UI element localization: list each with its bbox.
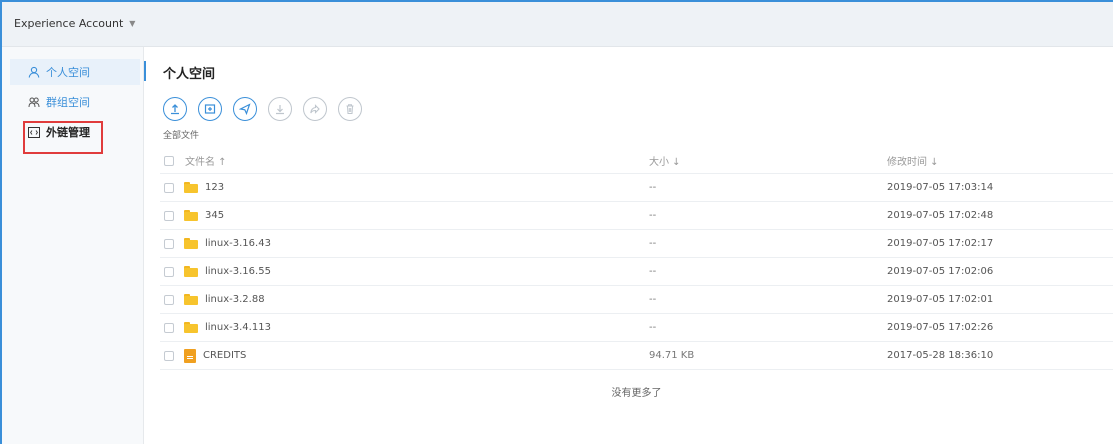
no-more-message: 没有更多了 [611, 388, 662, 399]
file-modified-time: 2019-07-05 17:02:06 [887, 266, 994, 277]
share-icon [310, 104, 320, 114]
page-title: 个人空间 [163, 67, 216, 82]
main-content: 个人空间 全部文件 文件名 ↑ 大小 ↓ 修改时间 ↓ 123 -- 2019-… [144, 47, 1113, 444]
title-accent-bar [144, 61, 151, 83]
row-checkbox[interactable] [164, 350, 174, 361]
row-checkbox[interactable] [164, 266, 174, 277]
file-size: -- [649, 266, 657, 277]
row-checkbox[interactable] [164, 210, 174, 221]
table-row[interactable]: linux-3.4.113 -- 2019-07-05 17:02:26 [160, 314, 1113, 342]
file-size: -- [649, 210, 657, 221]
file-size: -- [649, 294, 657, 305]
file-size: -- [649, 182, 657, 193]
link-code-icon [28, 126, 40, 138]
file-modified-time: 2019-07-05 17:02:26 [887, 322, 994, 333]
trash-icon [346, 104, 354, 114]
table-row[interactable]: linux-3.2.88 -- 2019-07-05 17:02:01 [160, 286, 1113, 314]
table-header: 文件名 ↑ 大小 ↓ 修改时间 ↓ [160, 148, 1113, 174]
row-checkbox[interactable] [164, 182, 174, 193]
sidebar-item-link-management[interactable]: 外链管理 [10, 119, 140, 145]
new-folder-button[interactable] [198, 97, 222, 121]
sidebar-item-personal-space[interactable]: 个人空间 [10, 59, 140, 85]
folder-icon [184, 238, 198, 249]
new-folder-icon [204, 104, 216, 114]
download-button[interactable] [268, 97, 292, 121]
file-size: -- [649, 322, 657, 333]
column-size-header[interactable]: 大小 ↓ [649, 153, 681, 168]
file-name[interactable]: CREDITS [203, 350, 246, 361]
table-row[interactable]: 345 -- 2019-07-05 17:02:48 [160, 202, 1113, 230]
folder-icon [184, 210, 198, 221]
account-switcher[interactable]: Experience Account ▼ [14, 17, 135, 30]
select-all-checkbox[interactable] [164, 155, 174, 166]
share-button[interactable] [303, 97, 327, 121]
table-row[interactable]: CREDITS 94.71 KB 2017-05-28 18:36:10 [160, 342, 1113, 370]
send-icon [239, 103, 251, 115]
file-modified-time: 2019-07-05 17:03:14 [887, 182, 994, 193]
group-icon [28, 96, 40, 108]
folder-icon [184, 322, 198, 333]
file-size: -- [649, 238, 657, 249]
row-checkbox[interactable] [164, 238, 174, 249]
file-name[interactable]: 345 [205, 210, 224, 221]
send-button[interactable] [233, 97, 257, 121]
file-modified-time: 2017-05-28 18:36:10 [887, 350, 994, 361]
file-table: 文件名 ↑ 大小 ↓ 修改时间 ↓ 123 -- 2019-07-05 17:0… [160, 148, 1113, 370]
user-icon [28, 66, 40, 78]
file-size: 94.71 KB [649, 350, 695, 361]
top-bar: Experience Account ▼ [2, 2, 1113, 47]
sidebar-item-label: 外链管理 [46, 126, 90, 139]
document-icon [184, 348, 196, 363]
row-checkbox[interactable] [164, 294, 174, 305]
row-checkbox[interactable] [164, 322, 174, 333]
file-name[interactable]: linux-3.16.43 [205, 238, 271, 249]
download-icon [276, 105, 284, 115]
file-name[interactable]: linux-3.2.88 [205, 294, 265, 305]
sidebar-item-group-space[interactable]: 群组空间 [10, 89, 140, 115]
file-name[interactable]: linux-3.16.55 [205, 266, 271, 277]
column-name-header[interactable]: 文件名 ↑ [185, 153, 227, 168]
upload-icon [171, 104, 179, 115]
account-label: Experience Account [14, 17, 124, 30]
sidebar: 个人空间 群组空间 外链管理 [2, 47, 144, 444]
column-time-header[interactable]: 修改时间 ↓ [887, 153, 939, 168]
breadcrumb[interactable]: 全部文件 [163, 128, 199, 141]
sidebar-item-label: 个人空间 [46, 66, 90, 79]
folder-icon [184, 294, 198, 305]
file-modified-time: 2019-07-05 17:02:17 [887, 238, 994, 249]
table-row[interactable]: linux-3.16.55 -- 2019-07-05 17:02:06 [160, 258, 1113, 286]
folder-icon [184, 182, 198, 193]
folder-icon [184, 266, 198, 277]
delete-button[interactable] [338, 97, 362, 121]
file-modified-time: 2019-07-05 17:02:01 [887, 294, 994, 305]
sidebar-item-label: 群组空间 [46, 96, 90, 109]
table-row[interactable]: linux-3.16.43 -- 2019-07-05 17:02:17 [160, 230, 1113, 258]
file-name[interactable]: 123 [205, 182, 224, 193]
table-row[interactable]: 123 -- 2019-07-05 17:03:14 [160, 174, 1113, 202]
toolbar [163, 97, 362, 121]
chevron-down-icon: ▼ [129, 19, 136, 28]
file-modified-time: 2019-07-05 17:02:48 [887, 210, 994, 221]
upload-button[interactable] [163, 97, 187, 121]
file-name[interactable]: linux-3.4.113 [205, 322, 271, 333]
